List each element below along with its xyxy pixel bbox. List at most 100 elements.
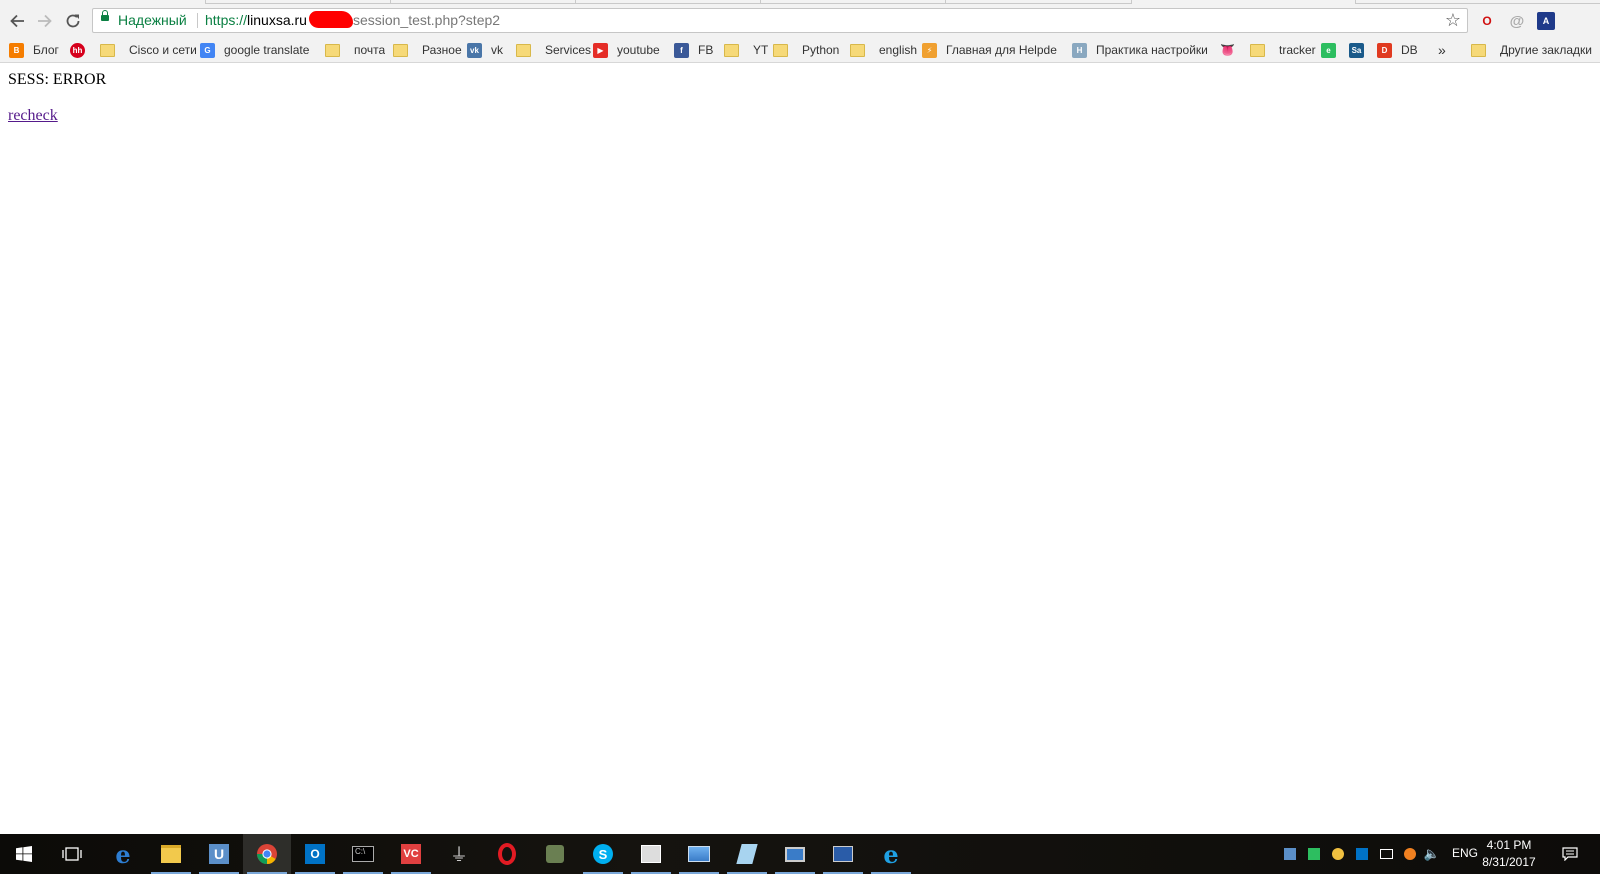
page-content: SESS: ERROR recheck [0,63,1600,834]
url-scheme: https:// [205,12,248,28]
outlook-icon: O [305,844,325,864]
session-status-text: SESS: ERROR [8,71,107,88]
bookmark-tracker[interactable]: tracker [1250,41,1316,59]
taskbar-file-explorer[interactable] [147,834,195,874]
bookmark-label: Services [545,43,592,57]
taskbar-notes[interactable] [723,834,771,874]
taskbar-skype[interactable]: S [579,834,627,874]
taskbar-app-u[interactable]: U [195,834,243,874]
clock-time: 4:01 PM [1486,838,1532,852]
taskbar-network-connections[interactable] [819,834,867,874]
action-center-button[interactable] [1557,834,1583,874]
taskbar-opera[interactable] [483,834,531,874]
reload-button[interactable] [60,8,86,34]
window-app-icon [641,845,661,863]
bookmark-youtube[interactable]: ▶ youtube [593,41,660,59]
bookmark-star-icon[interactable]: ☆ [1445,9,1461,32]
security-label: Надежный [118,12,187,28]
bookmark-label: google translate [224,43,310,57]
bookmark-rolling-stones[interactable]: 👅 [1220,41,1244,59]
back-button[interactable] [4,8,30,34]
bookmark-label: YT [753,43,769,57]
forward-button[interactable] [32,8,58,34]
bookmark-cisco[interactable]: Cisco и сети [100,41,197,59]
folder-icon [1471,43,1486,57]
opera-icon [498,843,516,865]
bookmark-pochta[interactable]: почта [325,41,385,59]
computer-icon [785,846,805,862]
speaker-icon: 🔈 [1423,846,1441,861]
windows-logo-icon [16,846,32,862]
redaction-mark [308,11,353,28]
taskbar-network-tool[interactable] [531,834,579,874]
taskbar-cmd[interactable]: C:\ [339,834,387,874]
bookmark-sa[interactable]: Sa [1349,41,1373,59]
tray-evernote[interactable] [1304,834,1324,874]
url-path: session_test.php?step2 [352,12,501,28]
bookmark-label: FB [698,43,714,57]
address-bar[interactable]: Надежный https://linuxsa.ru session_test.… [92,8,1468,33]
taskbar-photo-viewer[interactable] [675,834,723,874]
rolling-stones-icon: 👅 [1220,43,1235,57]
bookmark-blog[interactable]: B Блог [9,41,59,59]
taskbar-usb-tool[interactable]: ⏚ [435,834,483,874]
bookmark-python[interactable]: Python [773,41,839,59]
network-tool-icon [546,845,564,863]
bookmark-english[interactable]: english [850,41,917,59]
usb-icon: ⏚ [450,845,468,865]
bookmark-other[interactable]: Другие закладки [1471,41,1592,59]
bookmark-helpdesk[interactable]: ⚡ Главная для Helpdes [922,41,1057,59]
url-text[interactable]: https://linuxsa.ru session_test.php?step2 [205,9,500,32]
bookmarks-overflow-button[interactable]: » [1438,41,1446,59]
folder-icon [393,43,408,57]
at-sign-extension-icon[interactable]: @ [1508,12,1526,30]
tray-antivirus[interactable] [1400,834,1420,874]
bookmark-fb[interactable]: f FB [674,41,713,59]
network-icon [1379,849,1393,859]
bookmark-vk[interactable]: vk vk [467,41,503,59]
bookmark-evernote[interactable]: e [1321,41,1345,59]
tray-outlook[interactable] [1352,834,1372,874]
bookmark-raznoe[interactable]: Разное [393,41,462,59]
bookmark-label: youtube [617,43,660,57]
bookmark-yt[interactable]: YT [724,41,768,59]
tray-app-icon[interactable] [1280,834,1300,874]
start-button[interactable] [0,834,48,874]
bookmark-hh[interactable]: hh [70,41,94,59]
network-icon [833,846,853,862]
lock-icon [101,10,109,21]
bookmark-praktika[interactable]: H Практика настройки [1072,41,1207,59]
sa-icon: Sa [1349,42,1364,58]
taskbar-app-window[interactable] [627,834,675,874]
tray-volume[interactable]: 🔈 [1422,834,1442,874]
taskbar-remote-desktop[interactable] [771,834,819,874]
adblock-extension-icon[interactable]: O [1478,12,1496,30]
bookmark-services[interactable]: Services [516,41,591,59]
bookmark-google-translate[interactable]: Ggoogle translate [200,41,309,59]
recheck-link[interactable]: recheck [8,107,58,125]
folder-icon [850,43,865,57]
bookmark-label: DB [1401,43,1418,57]
taskbar-edge[interactable]: e [99,834,147,874]
tray-skype[interactable] [1328,834,1348,874]
bookmark-label: почта [354,43,386,57]
taskbar-chrome[interactable] [243,834,291,874]
windows-taskbar: e U O C:\ VC ⏚ S e 🔈 ENG 4:01 PM 8/31/20… [0,834,1600,874]
taskbar-internet-explorer[interactable]: e [867,834,915,874]
tray-network[interactable] [1376,834,1396,874]
reload-icon [66,14,80,28]
skype-status-icon [1332,848,1344,860]
divider [197,13,198,28]
folder-icon [724,43,739,57]
blogger-icon: B [9,42,24,58]
back-arrow-icon [10,14,24,28]
translator-extension-icon[interactable]: A [1537,12,1555,30]
folder-icon [773,43,788,57]
bookmark-db[interactable]: D DB [1377,41,1418,59]
task-view-button[interactable] [48,834,96,874]
system-clock[interactable]: 4:01 PM 8/31/2017 [1474,837,1544,871]
bookmarks-bar: B Блог hh Cisco и сети Ggoogle translate … [0,37,1600,63]
taskbar-vc[interactable]: VC [387,834,435,874]
taskbar-outlook[interactable]: O [291,834,339,874]
youtube-icon: ▶ [593,42,608,58]
